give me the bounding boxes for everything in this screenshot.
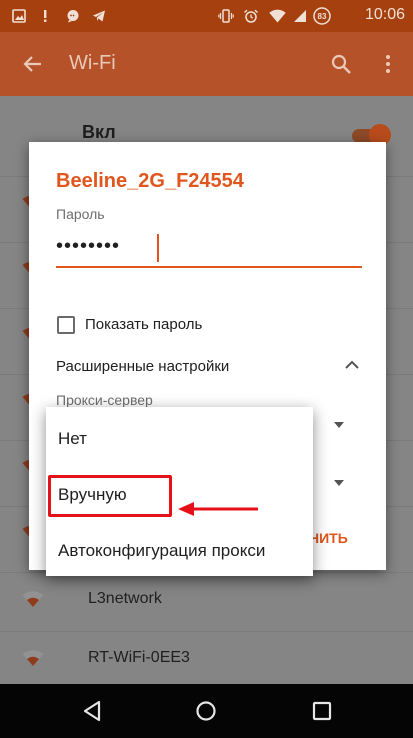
recents-nav-icon[interactable] (312, 701, 332, 721)
password-input[interactable]: •••••••• (56, 235, 120, 258)
wifi-toggle-label: Вкл (82, 122, 116, 142)
more-vert-icon[interactable] (382, 53, 394, 75)
menu-item-none[interactable]: Нет (58, 429, 87, 449)
status-time: 10:06 (364, 6, 405, 23)
back-arrow-icon[interactable] (21, 53, 43, 75)
dropdown-arrow-icon[interactable] (334, 480, 344, 486)
alarm-icon (244, 9, 258, 23)
battery-icon: 83 (313, 7, 331, 25)
chevron-up-icon[interactable] (344, 359, 360, 371)
notification-icon (44, 10, 47, 22)
wifi-signal-icon (22, 650, 44, 666)
menu-item-auto-config[interactable]: Автоконфигурация прокси (58, 541, 265, 561)
toolbar: Wi-Fi (0, 32, 413, 96)
chat-icon (67, 10, 79, 23)
advanced-settings-label[interactable]: Расширенные настройки (56, 358, 229, 375)
text-cursor (157, 234, 159, 262)
wifi-signal-icon (22, 591, 44, 607)
dialog-title: Beeline_2G_F24554 (56, 170, 244, 192)
show-password-checkbox[interactable] (57, 316, 75, 334)
arrow-left-icon (178, 502, 258, 516)
network-row-l3network[interactable]: L3network (0, 572, 413, 628)
back-nav-icon[interactable] (82, 700, 102, 722)
signal-icon (294, 10, 306, 22)
proxy-label: Прокси-сервер (56, 392, 153, 408)
image-icon (12, 9, 26, 23)
highlight-box (48, 475, 172, 517)
network-name: RT-WiFi-0EE3 (88, 649, 190, 666)
show-password-label[interactable]: Показать пароль (85, 316, 202, 333)
network-row-rt-wifi[interactable]: RT-WiFi-0EE3 (0, 631, 413, 687)
password-label: Пароль (56, 206, 105, 222)
network-name: L3network (88, 590, 162, 607)
navigation-bar (0, 684, 413, 738)
home-nav-icon[interactable] (195, 700, 217, 722)
proxy-dropdown-arrow-icon[interactable] (334, 422, 344, 428)
battery-level: 83 (318, 12, 327, 21)
wifi-icon (269, 9, 286, 23)
search-icon[interactable] (330, 53, 352, 75)
vibrate-icon (218, 9, 234, 23)
page-title: Wi-Fi (69, 52, 116, 74)
password-underline (56, 266, 362, 268)
save-button[interactable]: НИТЬ (309, 530, 348, 546)
telegram-icon (93, 10, 105, 22)
status-bar: 83 10:06 (0, 0, 413, 32)
